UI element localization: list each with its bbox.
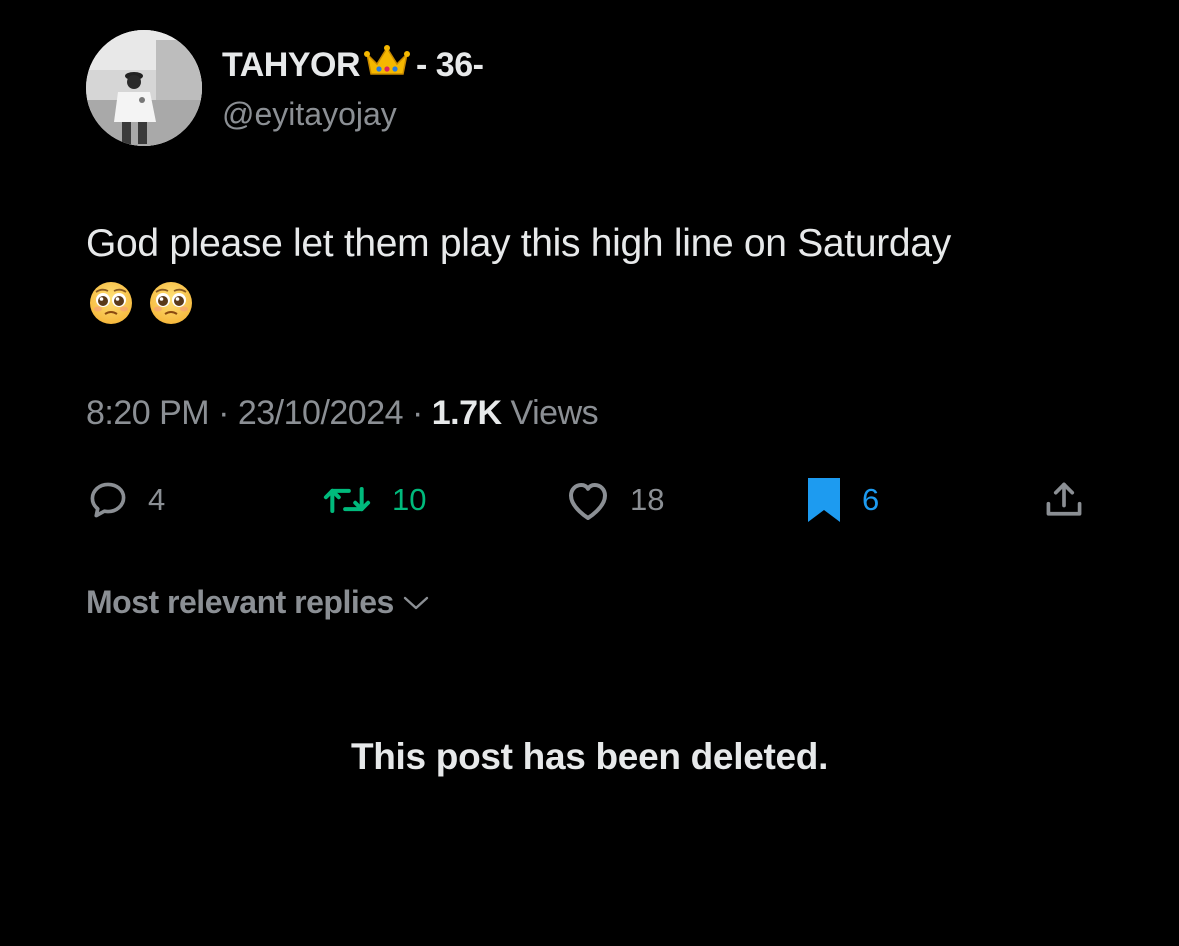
avatar[interactable]: [86, 30, 202, 146]
reply-count: 4: [148, 482, 166, 517]
tweet-time[interactable]: 8:20 PM: [86, 394, 210, 432]
reply-button[interactable]: 4: [86, 470, 165, 530]
share-icon: [1046, 482, 1082, 516]
author-display-name[interactable]: TAHYOR: [222, 46, 361, 85]
action-bar: 4 10 18 6: [0, 470, 1179, 530]
author-name-row[interactable]: TAHYOR - 36-: [222, 44, 484, 87]
views-count: 1.7K: [431, 394, 502, 432]
tweet-date[interactable]: 23/10/2024: [238, 394, 404, 432]
pleading-face-icon: [150, 282, 192, 324]
reply-sort-dropdown[interactable]: Most relevant replies: [86, 584, 430, 621]
views-label: Views: [510, 394, 599, 432]
bookmark-button[interactable]: 6: [804, 470, 879, 530]
pleading-face-icon: [90, 282, 132, 324]
repost-count: 10: [392, 482, 427, 517]
deleted-post-notice: This post has been deleted.: [350, 736, 829, 777]
like-count: 18: [630, 482, 665, 517]
tweet-emojis: [88, 280, 194, 326]
like-button[interactable]: 18: [564, 470, 664, 530]
reply-icon: [90, 482, 126, 518]
tweet-meta: 8:20 PM · 23/10/2024 · 1.7K Views: [86, 394, 599, 433]
bookmark-icon: [808, 478, 840, 522]
bookmark-count: 6: [862, 482, 880, 517]
chevron-down-icon: [403, 596, 429, 609]
tweet-text: God please let them play this high line …: [86, 222, 951, 265]
reply-sort-label: Most relevant replies: [86, 584, 394, 620]
crown-icon: [364, 44, 411, 87]
meta-separator: ·: [411, 394, 432, 432]
heart-icon: [569, 483, 607, 520]
share-button[interactable]: [1042, 470, 1086, 530]
avatar-photo: [86, 30, 202, 146]
author-handle[interactable]: @eyitayojay: [222, 96, 397, 133]
repost-icon: [323, 486, 371, 514]
repost-button[interactable]: 10: [320, 470, 426, 530]
meta-separator: ·: [218, 394, 238, 432]
author-name-suffix: - 36-: [416, 46, 484, 84]
